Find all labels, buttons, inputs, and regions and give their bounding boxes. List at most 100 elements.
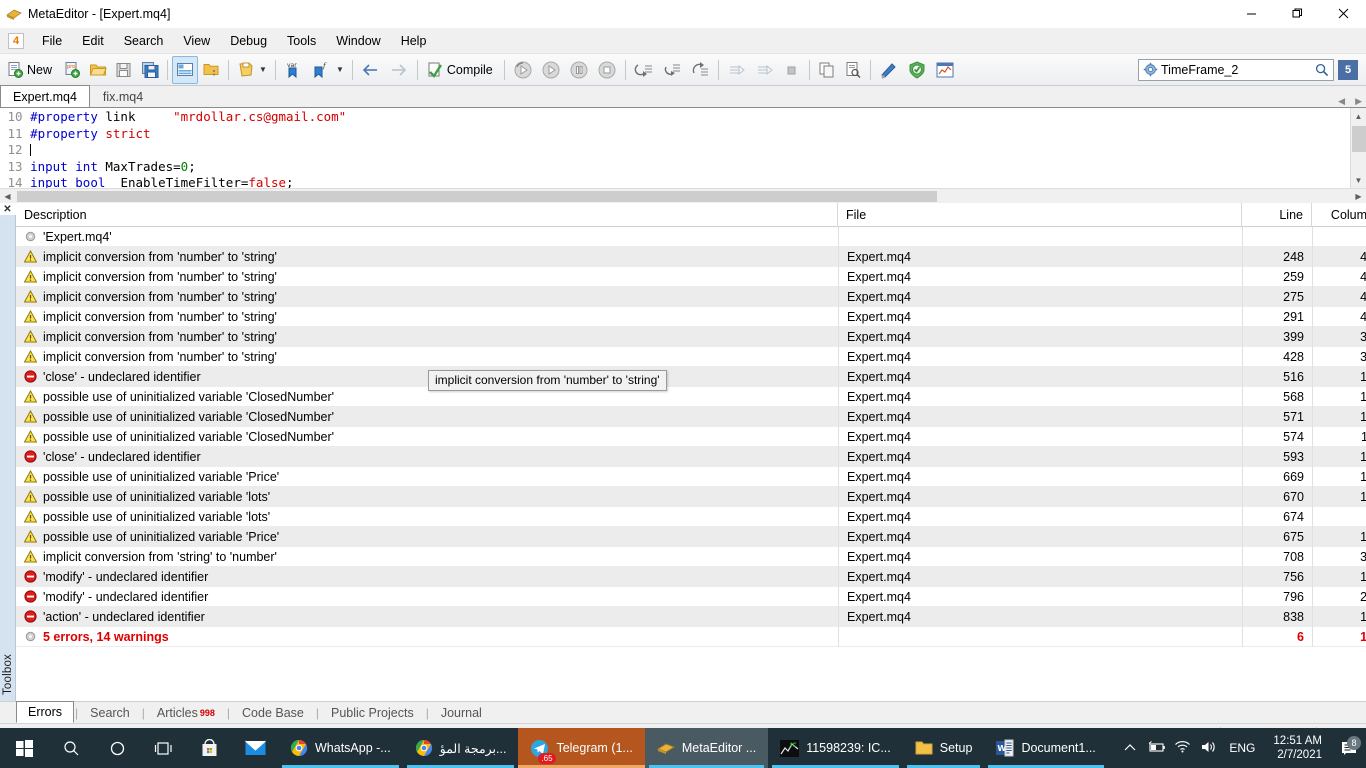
table-row[interactable]: implicit conversion from 'number' to 'st… <box>16 287 1366 307</box>
column-header-column[interactable]: Column <box>1312 203 1366 227</box>
search-icon[interactable] <box>1311 63 1333 77</box>
chevron-down-icon[interactable]: ▼ <box>259 65 267 74</box>
step-out-button[interactable] <box>686 56 714 84</box>
table-row[interactable]: 'close' - undeclared identifierExpert.mq… <box>16 367 1366 387</box>
new-project-button[interactable]: proj <box>59 56 85 84</box>
table-row[interactable]: implicit conversion from 'number' to 'st… <box>16 267 1366 287</box>
step-over-button[interactable] <box>658 56 686 84</box>
table-row[interactable]: possible use of uninitialized variable '… <box>16 467 1366 487</box>
table-row[interactable]: possible use of uninitialized variable '… <box>16 407 1366 427</box>
function-bookmark-button[interactable]: f ▼ <box>308 56 348 84</box>
table-row[interactable]: 'Expert.mq4' <box>16 227 1366 247</box>
clear-breakpoints-button[interactable] <box>779 56 805 84</box>
menu-tools[interactable]: Tools <box>277 30 326 52</box>
windows-start-icon[interactable] <box>0 728 48 768</box>
task-view-icon[interactable] <box>140 728 186 768</box>
brush-button[interactable] <box>875 56 903 84</box>
toolbox-tab-search[interactable]: Search <box>79 702 141 723</box>
chart-terminal-button[interactable] <box>931 56 959 84</box>
table-row[interactable]: 'modify' - undeclared identifierExpert.m… <box>16 567 1366 587</box>
table-row[interactable]: 5 errors, 14 warnings615 <box>16 627 1366 647</box>
table-row[interactable]: possible use of uninitialized variable '… <box>16 427 1366 447</box>
save-button[interactable] <box>111 56 137 84</box>
start-debug-button[interactable] <box>537 56 565 84</box>
toggle-breakpoint-button[interactable] <box>751 56 779 84</box>
close-button[interactable] <box>1320 0 1366 28</box>
search-icon[interactable] <box>48 728 94 768</box>
find-in-files-button[interactable] <box>840 56 866 84</box>
toolbox-tab-errors[interactable]: Errors <box>16 701 74 723</box>
microsoft-store-icon[interactable] <box>186 728 232 768</box>
toolbox-folder-button[interactable] <box>198 56 224 84</box>
maximize-button[interactable] <box>1274 0 1320 28</box>
hscroll-thumb[interactable] <box>17 191 937 202</box>
taskbar-item-telegram[interactable]: Telegram (1... .65 <box>518 728 644 768</box>
menu-help[interactable]: Help <box>391 30 437 52</box>
taskbar-item-terminal[interactable]: IC 11598239: IC... <box>768 728 903 768</box>
compile-button[interactable]: Compile <box>422 56 500 84</box>
copy-button[interactable] <box>814 56 840 84</box>
scroll-down-icon[interactable]: ▼ <box>1351 172 1366 188</box>
toolbox-tab-journal[interactable]: Journal <box>430 702 493 723</box>
properties-button[interactable]: ▼ <box>233 56 271 84</box>
toolbox-tab-code-base[interactable]: Code Base <box>231 702 315 723</box>
battery-icon[interactable] <box>1143 741 1169 756</box>
open-folder-button[interactable] <box>85 56 111 84</box>
volume-icon[interactable] <box>1195 740 1221 757</box>
taskbar-item-metaeditor[interactable]: MetaEditor ... <box>645 728 768 768</box>
new-file-button[interactable]: New <box>2 56 59 84</box>
tab-scroll-right-icon[interactable]: ▶ <box>1355 96 1362 107</box>
taskbar-item-word[interactable]: W Document1... <box>984 728 1107 768</box>
table-row[interactable]: possible use of uninitialized variable '… <box>16 527 1366 547</box>
minimize-button[interactable] <box>1228 0 1274 28</box>
toolbar-search[interactable] <box>1138 59 1334 81</box>
hscroll-track[interactable] <box>15 190 1351 203</box>
menu-edit[interactable]: Edit <box>72 30 114 52</box>
menu-view[interactable]: View <box>173 30 220 52</box>
action-center-icon[interactable]: 8 <box>1332 741 1366 756</box>
stop-debug-button[interactable] <box>593 56 621 84</box>
var-bookmark-button[interactable]: var <box>280 56 308 84</box>
scroll-up-icon[interactable]: ▲ <box>1351 108 1366 124</box>
clock[interactable]: 12:51 AM 2/7/2021 <box>1263 734 1332 762</box>
save-all-button[interactable] <box>137 56 163 84</box>
cortana-circle-icon[interactable] <box>94 728 140 768</box>
scroll-track[interactable] <box>1351 124 1366 172</box>
table-row[interactable]: 'modify' - undeclared identifierExpert.m… <box>16 587 1366 607</box>
tab-scroll-left-icon[interactable]: ◀ <box>1338 96 1345 107</box>
code-text[interactable]: 10 #property link "mrdollar.cs@gmail.com… <box>0 108 1350 188</box>
taskbar-item-whatsapp[interactable]: WhatsApp -... <box>278 728 403 768</box>
search-results-badge[interactable]: 5 <box>1338 60 1358 80</box>
close-icon[interactable]: ✕ <box>0 203 16 215</box>
menu-window[interactable]: Window <box>326 30 390 52</box>
table-row[interactable]: possible use of uninitialized variable '… <box>16 387 1366 407</box>
errors-grid-body[interactable]: 'Expert.mq4'implicit conversion from 'nu… <box>16 227 1366 701</box>
shield-check-button[interactable] <box>903 56 931 84</box>
code-editor[interactable]: 10 #property link "mrdollar.cs@gmail.com… <box>0 108 1366 188</box>
table-row[interactable]: possible use of uninitialized variable '… <box>16 487 1366 507</box>
table-row[interactable]: possible use of uninitialized variable '… <box>16 507 1366 527</box>
show-hidden-icons-chevron[interactable] <box>1117 741 1143 756</box>
scroll-left-icon[interactable]: ◀ <box>0 192 15 201</box>
step-into-button[interactable] <box>630 56 658 84</box>
table-row[interactable]: implicit conversion from 'number' to 'st… <box>16 247 1366 267</box>
toolbox-tab-articles[interactable]: Articles998 <box>146 702 226 723</box>
scroll-thumb[interactable] <box>1352 126 1366 152</box>
chevron-down-icon[interactable]: ▼ <box>336 65 344 74</box>
table-row[interactable]: implicit conversion from 'number' to 'st… <box>16 347 1366 367</box>
table-row[interactable]: 'close' - undeclared identifierExpert.mq… <box>16 447 1366 467</box>
taskbar-item-chrome-arabic[interactable]: برمجة المؤ... <box>403 728 519 768</box>
gear-icon[interactable] <box>1139 62 1161 77</box>
editor-tab-expert[interactable]: Expert.mq4 <box>0 85 90 107</box>
forward-button[interactable] <box>385 56 413 84</box>
editor-horizontal-scrollbar[interactable]: ◀ ▶ <box>0 188 1366 203</box>
document-icon[interactable]: 4 <box>8 33 24 49</box>
mail-icon[interactable] <box>232 728 278 768</box>
pause-debug-button[interactable] <box>565 56 593 84</box>
table-row[interactable]: 'action' - undeclared identifierExpert.m… <box>16 607 1366 627</box>
navigator-panel-button[interactable] <box>172 56 198 84</box>
search-input[interactable] <box>1161 63 1311 77</box>
run-to-cursor-button[interactable] <box>723 56 751 84</box>
table-row[interactable]: implicit conversion from 'number' to 'st… <box>16 327 1366 347</box>
taskbar-item-setup[interactable]: Setup <box>903 728 985 768</box>
